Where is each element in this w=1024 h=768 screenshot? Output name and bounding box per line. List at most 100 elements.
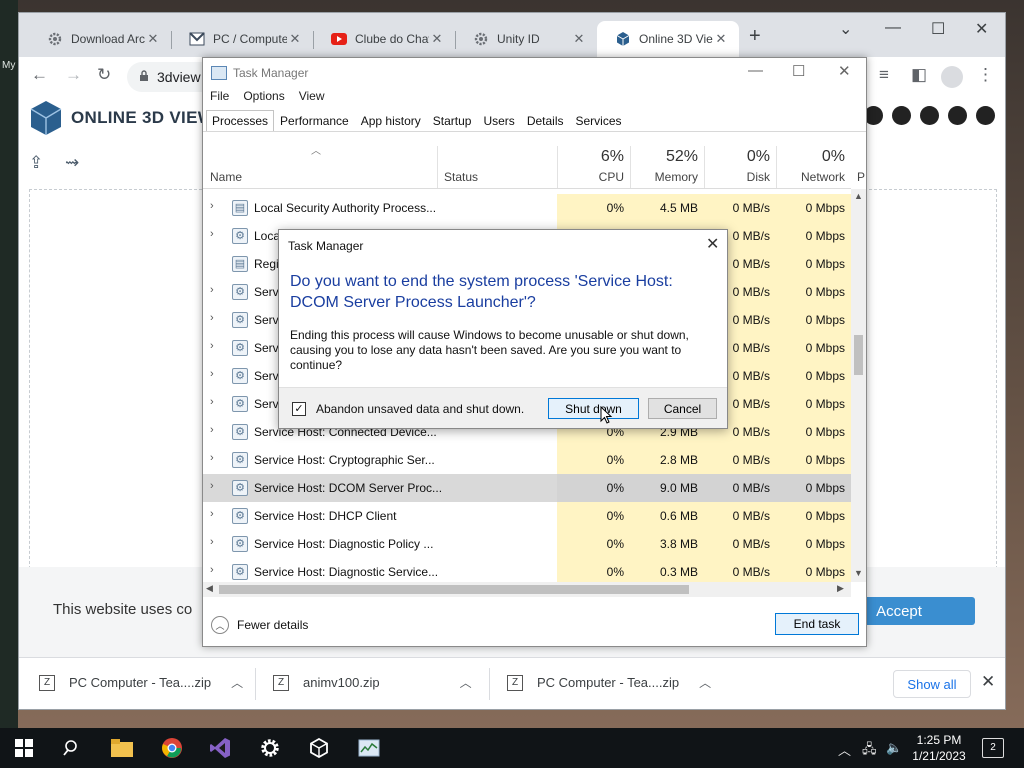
show-hidden-icons-chevron-icon[interactable]: ︿: [838, 740, 851, 759]
minimize-icon[interactable]: —: [885, 19, 901, 37]
column-status[interactable]: Status: [437, 133, 557, 188]
expand-chevron-icon[interactable]: ›: [210, 228, 220, 240]
tab-app-history[interactable]: App history: [355, 110, 427, 132]
scroll-left-arrow-icon[interactable]: ◀: [206, 583, 213, 594]
expand-chevron-icon[interactable]: ›: [210, 480, 220, 492]
unity-hub-icon[interactable]: [305, 734, 333, 762]
close-window-icon[interactable]: ✕: [975, 19, 988, 39]
new-tab-plus-icon[interactable]: +: [749, 25, 761, 48]
vertical-scrollbar[interactable]: ▲ ▼: [851, 189, 866, 582]
notification-center-icon[interactable]: 2: [982, 738, 1004, 758]
heart-icon[interactable]: [892, 106, 911, 125]
scroll-down-arrow-icon[interactable]: ▼: [854, 568, 863, 578]
system-clock[interactable]: 1:25 PM 1/21/2023: [908, 732, 970, 764]
side-panel-icon[interactable]: ◧: [911, 65, 927, 85]
expand-chevron-icon[interactable]: ›: [210, 284, 220, 296]
close-icon[interactable]: ✕: [713, 31, 729, 47]
network-icon[interactable]: 🖧: [862, 740, 877, 762]
menu-options[interactable]: Options: [243, 89, 284, 103]
close-icon[interactable]: ✕: [429, 31, 445, 47]
close-downloads-icon[interactable]: ✕: [981, 672, 995, 692]
chrome-icon[interactable]: [158, 734, 186, 762]
reload-icon[interactable]: ↻: [97, 65, 111, 85]
download-item[interactable]: Z PC Computer - Tea....zip ︿: [39, 674, 243, 691]
close-icon[interactable]: ✕: [145, 31, 161, 47]
close-icon[interactable]: ✕: [706, 234, 719, 254]
expand-chevron-icon[interactable]: ›: [210, 340, 220, 352]
tab-processes[interactable]: Processes: [206, 110, 275, 132]
horizontal-scrollbar[interactable]: ◀ ▶: [203, 582, 851, 597]
scroll-up-arrow-icon[interactable]: ▲: [854, 191, 863, 201]
expand-chevron-icon[interactable]: ›: [210, 312, 220, 324]
process-row[interactable]: › ⚙ Service Host: DCOM Server Proc... 0% 9.0…: [203, 474, 851, 502]
profile-avatar-icon[interactable]: [941, 66, 963, 88]
expand-chevron-icon[interactable]: ›: [210, 564, 220, 576]
file-explorer-icon[interactable]: [108, 734, 136, 762]
tab-unity-id[interactable]: Unity ID ✕: [455, 21, 597, 57]
chevron-up-icon[interactable]: ︿: [460, 674, 472, 691]
download-item[interactable]: Z animv100.zip ︿: [273, 674, 472, 691]
windows-start-icon[interactable]: [10, 734, 38, 762]
expand-chevron-icon[interactable]: ›: [210, 536, 220, 548]
close-icon[interactable]: ✕: [838, 62, 851, 80]
expand-chevron-icon[interactable]: ›: [210, 396, 220, 408]
column-memory[interactable]: 52% Memory: [630, 133, 704, 188]
expand-chevron-icon[interactable]: ›: [210, 424, 220, 436]
column-name[interactable]: Name: [203, 133, 437, 188]
process-row[interactable]: › ⚙ Service Host: Diagnostic Policy ... 0% 3…: [203, 530, 851, 558]
reading-list-icon[interactable]: ≡: [879, 65, 889, 85]
minimize-icon[interactable]: —: [748, 62, 763, 79]
checkbox-label[interactable]: Abandon unsaved data and shut down.: [316, 402, 524, 416]
expand-chevron-icon[interactable]: ›: [210, 368, 220, 380]
tab-performance[interactable]: Performance: [274, 110, 355, 132]
scrollbar-thumb[interactable]: [219, 585, 689, 594]
expand-chevron-icon[interactable]: ›: [210, 508, 220, 520]
open-file-icon[interactable]: ⇪: [29, 153, 43, 173]
close-icon[interactable]: ✕: [571, 31, 587, 47]
tab-details[interactable]: Details: [521, 110, 570, 132]
task-manager-titlebar[interactable]: Task Manager: [203, 58, 866, 88]
search-icon[interactable]: [58, 734, 86, 762]
process-row[interactable]: › ⚙ Service Host: DHCP Client 0% 0.6 MB 0 MB/…: [203, 502, 851, 530]
expand-chevron-icon[interactable]: ›: [210, 200, 220, 212]
column-cpu[interactable]: 6% CPU: [557, 133, 630, 188]
tab-startup[interactable]: Startup: [427, 110, 478, 132]
tab-users[interactable]: Users: [477, 110, 520, 132]
tab-search-chevron-icon[interactable]: ⌄: [839, 19, 852, 39]
close-icon[interactable]: ✕: [287, 31, 303, 47]
end-task-button[interactable]: End task: [775, 613, 859, 635]
more-menu-icon[interactable]: ⋮: [977, 65, 994, 85]
scroll-right-arrow-icon[interactable]: ▶: [837, 583, 844, 594]
forward-arrow-icon[interactable]: →: [65, 65, 82, 85]
tab-services[interactable]: Services: [570, 110, 628, 132]
scrollbar-thumb[interactable]: [854, 335, 863, 375]
tab-download-arc[interactable]: Download Arc ✕: [29, 21, 171, 57]
maximize-icon[interactable]: ☐: [792, 62, 805, 80]
menu-file[interactable]: File: [210, 89, 229, 103]
visual-studio-icon[interactable]: [206, 734, 234, 762]
expand-chevron-icon[interactable]: ›: [210, 452, 220, 464]
github-icon[interactable]: [976, 106, 995, 125]
tab-clube-do-chaves[interactable]: Clube do Chav ✕: [313, 21, 455, 57]
process-row[interactable]: › ⚙ Service Host: Cryptographic Ser... 0% 2.…: [203, 446, 851, 474]
download-item[interactable]: Z PC Computer - Tea....zip ︿: [507, 674, 711, 691]
chevron-up-icon[interactable]: ︿: [699, 674, 711, 691]
maximize-icon[interactable]: ☐: [931, 19, 945, 39]
abandon-data-checkbox[interactable]: ✓: [292, 402, 306, 416]
settings-gear-icon[interactable]: [256, 734, 284, 762]
volume-icon[interactable]: 🔈: [886, 740, 902, 756]
discord-icon[interactable]: [920, 106, 939, 125]
tab-pc-computer[interactable]: PC / Compute ✕: [171, 21, 313, 57]
process-row[interactable]: › ▤ Local Security Authority Process... 0% 4…: [203, 194, 851, 222]
menu-view[interactable]: View: [299, 89, 325, 103]
show-all-button[interactable]: Show all: [893, 670, 971, 698]
chevron-up-icon[interactable]: ︿: [231, 674, 243, 691]
column-disk[interactable]: 0% Disk: [704, 133, 776, 188]
task-manager-taskbar-icon[interactable]: [355, 734, 383, 762]
fewer-details-toggle[interactable]: ︿ Fewer details: [211, 616, 308, 634]
cancel-button[interactable]: Cancel: [648, 398, 717, 419]
back-arrow-icon[interactable]: ←: [31, 65, 48, 85]
shut-down-button[interactable]: Shut down: [548, 398, 639, 419]
open-url-icon[interactable]: ⇝: [65, 153, 79, 173]
column-power[interactable]: P: [853, 133, 867, 188]
